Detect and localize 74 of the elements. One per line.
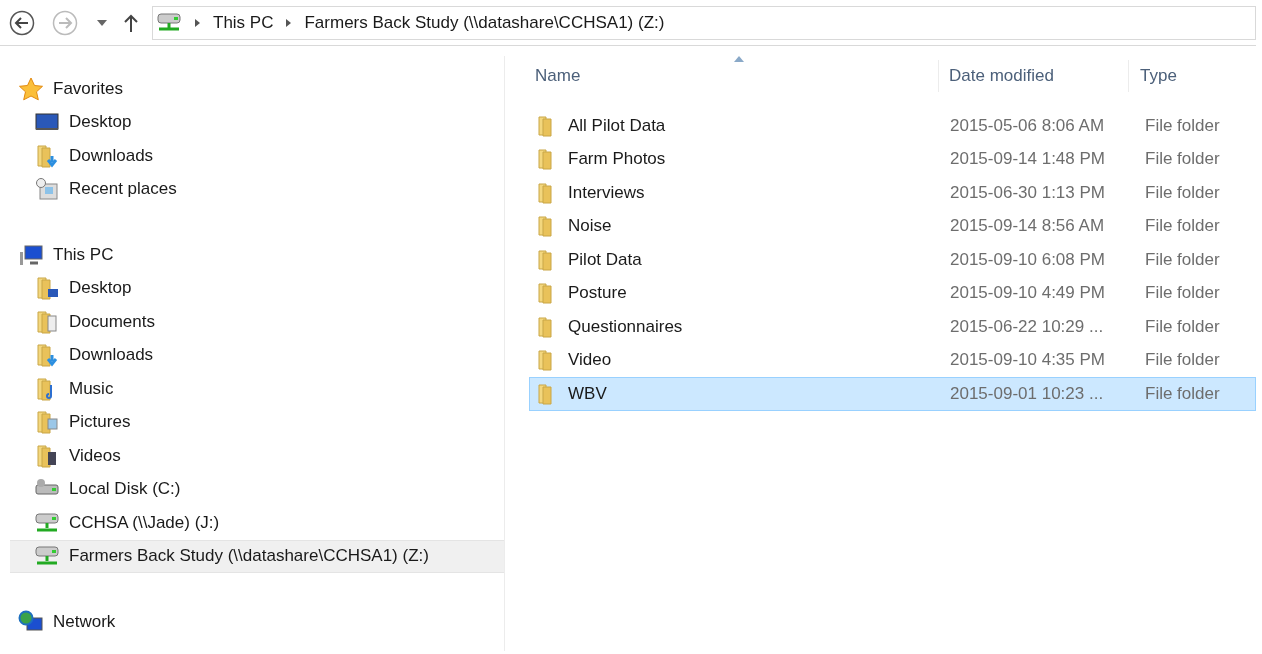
nav-item[interactable]: Downloads <box>10 139 504 173</box>
nav-item[interactable]: Pictures <box>10 405 504 439</box>
date-cell-text: 2015-09-14 1:48 PM <box>949 149 1106 170</box>
file-name: WBV <box>568 383 607 404</box>
nav-item[interactable]: Desktop <box>10 105 504 139</box>
type-cell-text: File folder <box>1144 182 1220 203</box>
nav-item[interactable]: Desktop <box>10 271 504 305</box>
recent-locations-caret-icon[interactable] <box>96 18 108 27</box>
nav-item[interactable]: Local Disk (C:) <box>10 472 504 506</box>
file-name: Pilot Data <box>568 249 642 270</box>
date-cell-text: 2015-06-22 10:29 ... <box>949 316 1105 337</box>
type-cell-text: File folder <box>1144 216 1220 237</box>
pictures-folder-icon <box>34 410 60 435</box>
nav-item[interactable]: Music <box>10 372 504 406</box>
breadcrumb[interactable]: Farmers Back Study (\\datashare\CCHSA1) (Z:) <box>304 12 665 33</box>
date-cell-text: 2015-09-10 4:35 PM <box>949 350 1106 371</box>
file-row[interactable]: WBV 2015-09-01 10:23 ... File folder <box>529 377 1256 411</box>
file-row[interactable]: Pilot Data 2015-09-10 6:08 PM File folder <box>529 243 1256 277</box>
date-cell-text: 2015-09-01 10:23 ... <box>949 383 1105 404</box>
recent-places-icon <box>34 177 60 202</box>
address-bar[interactable]: This PC Farmers Back Study (\\datashare\CCHSA1) (Z:) <box>152 5 1256 40</box>
nav-item[interactable]: Network <box>10 605 504 639</box>
column-header[interactable]: Name <box>529 60 939 92</box>
file-row[interactable]: Questionnaires 2015-06-22 10:29 ... File folder <box>529 310 1256 344</box>
nav-item[interactable]: This PC <box>10 238 504 272</box>
nav-item[interactable]: Documents <box>10 305 504 339</box>
chevron-icon[interactable] <box>285 17 293 28</box>
file-row[interactable]: Farm Photos 2015-09-14 1:48 PM File folder <box>529 142 1256 176</box>
network-drive-icon <box>156 11 182 34</box>
nav-item[interactable]: CCHSA (\\Jade) (J:) <box>10 506 504 540</box>
nav-item[interactable]: Farmers Back Study (\\datashare\CCHSA1) (Z:) <box>10 539 504 573</box>
nav-item[interactable]: Recent places <box>10 172 504 206</box>
breadcrumb[interactable]: This PC <box>213 12 274 33</box>
up-arrow-icon[interactable] <box>123 12 139 33</box>
type-cell-text: File folder <box>1144 149 1220 170</box>
computer-icon <box>18 242 44 267</box>
nav-item[interactable]: Downloads <box>10 338 504 372</box>
date-cell-text: 2015-06-30 1:13 PM <box>949 182 1106 203</box>
file-name: Noise <box>568 216 612 237</box>
star-icon <box>18 76 44 101</box>
type-cell-text: File folder <box>1144 383 1220 404</box>
column-header[interactable]: Date modified <box>939 60 1129 92</box>
back-button[interactable] <box>9 9 35 36</box>
file-name: Video <box>568 350 612 371</box>
file-name: Posture <box>568 283 627 304</box>
file-name: All Pilot Data <box>568 115 666 136</box>
download-folder-icon <box>34 343 60 368</box>
column-header[interactable]: Type <box>1129 60 1177 92</box>
network-drive-icon <box>34 510 60 535</box>
date-cell-text: 2015-09-10 6:08 PM <box>949 249 1106 270</box>
date-cell-text: 2015-09-14 8:56 AM <box>949 216 1106 237</box>
sort-arrow-icon <box>733 56 744 62</box>
file-name: Interviews <box>568 182 645 203</box>
desktop-folder-icon <box>34 276 60 301</box>
file-row[interactable]: Noise 2015-09-14 8:56 AM File folder <box>529 209 1256 243</box>
file-row[interactable]: Interviews 2015-06-30 1:13 PM File folder <box>529 176 1256 210</box>
file-name: Farm Photos <box>568 149 666 170</box>
network-icon <box>18 609 44 634</box>
download-folder-icon <box>34 143 60 168</box>
date-cell-text: 2015-05-06 8:06 AM <box>949 115 1106 136</box>
file-row[interactable]: Video 2015-09-10 4:35 PM File folder <box>529 343 1256 377</box>
chevron-icon[interactable] <box>194 17 201 28</box>
type-cell-text: File folder <box>1144 316 1220 337</box>
type-cell-text: File folder <box>1144 283 1220 304</box>
type-cell-text: File folder <box>1144 249 1220 270</box>
file-row[interactable]: Posture 2015-09-10 4:49 PM File folder <box>529 276 1256 310</box>
nav-item[interactable]: Videos <box>10 439 504 473</box>
file-row[interactable]: All Pilot Data 2015-05-06 8:06 AM File folder <box>529 109 1256 143</box>
type-cell-text: File folder <box>1144 350 1220 371</box>
file-name: Questionnaires <box>568 316 683 337</box>
date-cell-text: 2015-09-10 4:49 PM <box>949 283 1106 304</box>
documents-folder-icon <box>34 309 60 334</box>
type-cell-text: File folder <box>1144 115 1220 136</box>
nav-item[interactable]: Favorites <box>10 72 504 106</box>
